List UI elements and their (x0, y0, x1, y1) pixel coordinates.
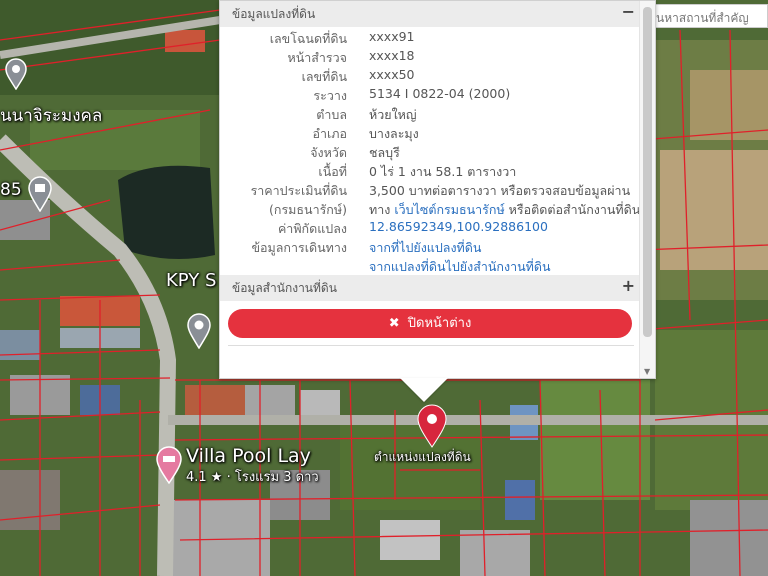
field-label: เลขโฉนดที่ดิน (269, 31, 347, 46)
place-pin-icon[interactable] (186, 313, 212, 349)
field-label: ระวาง (313, 88, 347, 103)
field-row: หน้าสำรวจ xxxx18 (220, 48, 641, 67)
place-label-kpy: KPY S (166, 270, 217, 291)
directions-to-parcel-link[interactable]: จากที่ไปยังแปลงที่ดิน (369, 238, 481, 258)
field-row-coord: ค่าพิกัดแปลง 12.86592349,100.92886100 (220, 219, 641, 238)
directions-to-land-office-link[interactable]: จากแปลงที่ดินไปยังสำนักงานที่ดิน (369, 257, 551, 277)
price-text-post: หรือติดต่อสำนักงานที่ดิน (504, 202, 641, 217)
expand-icon[interactable]: + (622, 276, 635, 295)
land-office-section-title: ข้อมูลสำนักงานที่ดิน (232, 281, 337, 295)
parcel-location-label: ตำแหน่งแปลงที่ดิน (374, 450, 471, 464)
field-label: อำเภอ (312, 126, 347, 141)
field-value: ห้วยใหญ่ (369, 107, 417, 122)
field-row: ระวาง 5134 I 0822-04 (2000) (220, 86, 641, 105)
field-row: จังหวัด ชลบุรี (220, 143, 641, 162)
field-label: เลขที่ดิน (301, 69, 347, 84)
field-row: อำเภอ บางละมุง (220, 124, 641, 143)
popup-pointer (400, 378, 448, 402)
close-icon: ✖ (388, 316, 400, 331)
field-row: เลขโฉนดที่ดิน xxxx91 (220, 29, 641, 48)
place-label-85: 85 (0, 180, 22, 200)
place-pin-icon[interactable] (4, 58, 28, 90)
coord-label: ค่าพิกัดแปลง (277, 221, 347, 236)
place-label-villa-pool-lay[interactable]: Villa Pool Lay (186, 445, 311, 467)
parcel-location-pin-icon[interactable] (416, 404, 448, 448)
popup-scrollbar[interactable]: ▼ (639, 1, 655, 378)
landmark-search-input[interactable]: ค้นหาสถานที่สำคัญ (641, 4, 768, 28)
field-value: บางละมุง (369, 126, 419, 141)
close-button-label: ปิดหน้าต่าง (407, 316, 472, 331)
collapse-icon[interactable]: − (622, 2, 635, 21)
price-value: 3,500 บาทต่อตารางวา หรือตรวจสอบข้อมูลผ่า… (369, 183, 631, 198)
field-label: เนื้อที่ (318, 164, 347, 179)
treasury-website-link[interactable]: เว็บไซต์กรมธนารักษ์ (394, 202, 504, 217)
field-row: ตำบล ห้วยใหญ่ (220, 105, 641, 124)
close-window-button[interactable]: ✖ ปิดหน้าต่าง (228, 309, 632, 338)
parcel-info-section-title: ข้อมูลแปลงที่ดิน (232, 7, 316, 21)
parcel-details: เลขโฉนดที่ดิน xxxx91 หน้าสำรวจ xxxx18 เล… (220, 29, 641, 276)
field-value: xxxx50 (369, 67, 415, 82)
field-label: ตำบล (316, 107, 347, 122)
price-label-source: (กรมธนารักษ์) (269, 202, 347, 217)
road-label: นนาจิระมงคล (0, 106, 103, 126)
field-value: 0 ไร่ 1 งาน 58.1 ตารางวา (369, 164, 517, 179)
field-row-travel: ข้อมูลการเดินทาง จากที่ไปยังแปลงที่ดิน (220, 238, 641, 257)
divider (228, 345, 634, 346)
land-office-section-header[interactable]: ข้อมูลสำนักงานที่ดิน + (220, 275, 641, 301)
field-value: xxxx18 (369, 48, 415, 63)
travel-label: ข้อมูลการเดินทาง (251, 240, 347, 255)
hotel-pin-icon[interactable] (155, 446, 183, 484)
scroll-down-icon[interactable]: ▼ (644, 367, 650, 376)
price-value-more: ทาง เว็บไซต์กรมธนารักษ์ หรือติดต่อสำนักง… (369, 200, 640, 220)
field-row-travel-2: จากแปลงที่ดินไปยังสำนักงานที่ดิน (220, 257, 641, 276)
field-value: xxxx91 (369, 29, 415, 44)
coord-link[interactable]: 12.86592349,100.92886100 (369, 219, 548, 234)
shopping-pin-icon[interactable] (27, 176, 53, 212)
field-row-price: ราคาประเมินที่ดิน 3,500 บาทต่อตารางวา หร… (220, 181, 641, 200)
field-label: หน้าสำรวจ (287, 50, 347, 65)
parcel-info-section-header[interactable]: ข้อมูลแปลงที่ดิน − (220, 1, 641, 27)
price-label: ราคาประเมินที่ดิน (250, 183, 347, 198)
scrollbar-thumb[interactable] (643, 7, 652, 337)
parcel-info-popup: ข้อมูลแปลงที่ดิน − เลขโฉนดที่ดิน xxxx91 … (219, 0, 656, 379)
price-text-pre: ทาง (369, 202, 395, 217)
field-value: ชลบุรี (369, 145, 400, 160)
field-row: เลขที่ดิน xxxx50 (220, 67, 641, 86)
field-row-price-2: (กรมธนารักษ์) ทาง เว็บไซต์กรมธนารักษ์ หร… (220, 200, 641, 219)
field-label: จังหวัด (310, 145, 347, 160)
field-value: 5134 I 0822-04 (2000) (369, 86, 511, 101)
field-row: เนื้อที่ 0 ไร่ 1 งาน 58.1 ตารางวา (220, 162, 641, 181)
place-label-villa-rating: 4.1 ★ · โรงแรม 3 ดาว (186, 470, 319, 485)
